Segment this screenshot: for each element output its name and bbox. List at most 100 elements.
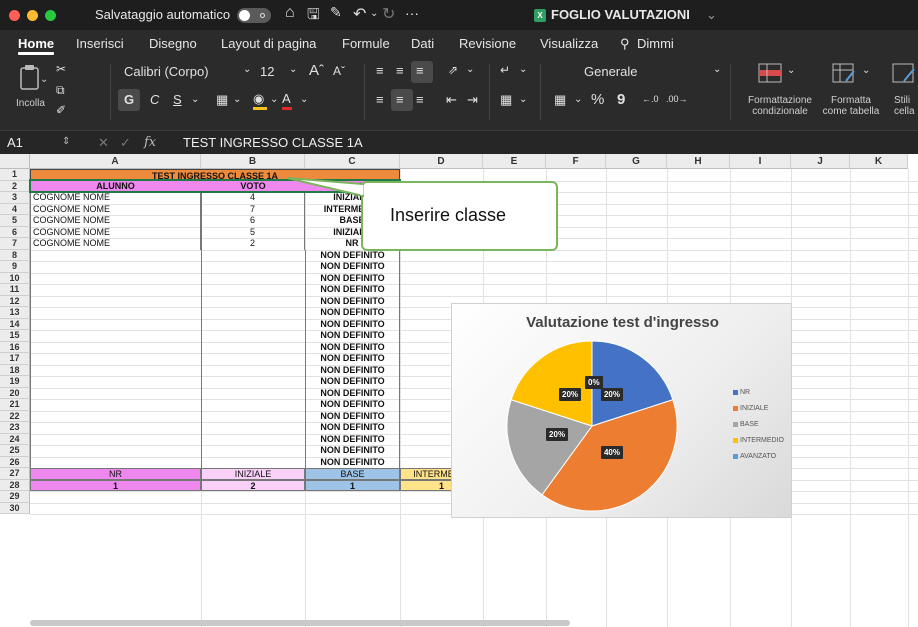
align-left-icon[interactable]: ≡ (376, 92, 384, 107)
conditional-formatting-button[interactable]: ⌄ Formattazione condizionale (743, 61, 817, 123)
student-name-cell[interactable]: COGNOME NOME (30, 192, 201, 204)
align-bottom-icon[interactable]: ≡ (416, 63, 424, 78)
comma-style-button[interactable]: 9 (617, 91, 625, 108)
copy-icon[interactable]: ⧉ (56, 83, 65, 98)
fill-color-chevron-icon[interactable]: ⌄ (270, 94, 278, 105)
column-header-c[interactable]: C (305, 154, 400, 169)
tab-insert[interactable]: Inserisci (76, 36, 124, 51)
font-color-chevron-icon[interactable]: ⌄ (300, 94, 308, 105)
tab-formulas[interactable]: Formule (342, 36, 390, 51)
select-all-corner[interactable] (0, 154, 30, 169)
name-box-stepper-icon[interactable]: ⇕ (62, 136, 70, 147)
header-student-cell[interactable]: ALUNNO (30, 180, 201, 192)
level-undefined-cell[interactable]: NON DEFINITO (305, 272, 400, 284)
decrease-decimal-icon[interactable]: .00→ (666, 94, 688, 104)
student-name-cell[interactable]: COGNOME NOME (30, 226, 201, 238)
increase-font-icon[interactable]: Aˆ (309, 62, 324, 79)
level-undefined-cell[interactable]: NON DEFINITO (305, 295, 400, 307)
italic-button[interactable]: C (150, 92, 159, 107)
tab-view[interactable]: Visualizza (540, 36, 598, 51)
row-header-11[interactable]: 11 (0, 284, 30, 296)
column-header-g[interactable]: G (606, 154, 667, 169)
column-header-k[interactable]: K (850, 154, 908, 169)
wrap-text-icon[interactable]: ↵ (500, 63, 510, 77)
row-header-3[interactable]: 3 (0, 192, 30, 204)
merge-cells-chevron-icon[interactable]: ⌄ (519, 94, 527, 105)
level-undefined-cell[interactable]: NON DEFINITO (305, 353, 400, 365)
row-header-19[interactable]: 19 (0, 376, 30, 388)
level-undefined-cell[interactable]: NON DEFINITO (305, 456, 400, 468)
level-undefined-cell[interactable]: NON DEFINITO (305, 364, 400, 376)
level-undefined-cell[interactable]: NON DEFINITO (305, 445, 400, 457)
column-header-b[interactable]: B (201, 154, 305, 169)
font-name-chevron-icon[interactable]: ⌄ (243, 64, 251, 75)
tab-data[interactable]: Dati (411, 36, 434, 51)
row-header-18[interactable]: 18 (0, 364, 30, 376)
level-undefined-cell[interactable]: NON DEFINITO (305, 261, 400, 273)
pie-chart[interactable]: Valutazione test d'ingresso 20% 40% 20% 20%… (451, 303, 792, 518)
confirm-entry-icon[interactable]: ✓ (120, 135, 131, 151)
bold-button[interactable]: G (124, 92, 134, 107)
orientation-icon[interactable]: ⇗ (448, 63, 458, 77)
minimize-window-button[interactable] (27, 10, 38, 21)
student-name-cell[interactable]: COGNOME NOME (30, 215, 201, 227)
level-undefined-cell[interactable]: NON DEFINITO (305, 249, 400, 261)
row-header-28[interactable]: 28 (0, 479, 30, 491)
title-chevron-icon[interactable]: ⌄ (706, 7, 717, 23)
summary-value-cell[interactable]: 1 (30, 479, 201, 491)
autosave-toggle[interactable] (237, 8, 271, 23)
row-header-2[interactable]: 2 (0, 180, 30, 192)
level-undefined-cell[interactable]: NON DEFINITO (305, 399, 400, 411)
formula-input[interactable]: TEST INGRESSO CLASSE 1A (183, 135, 363, 150)
row-header-6[interactable]: 6 (0, 226, 30, 238)
row-header-21[interactable]: 21 (0, 399, 30, 411)
tab-tell-me[interactable]: Dimmi (637, 36, 674, 51)
student-name-cell[interactable]: COGNOME NOME (30, 238, 201, 250)
paste-button[interactable] (18, 64, 42, 90)
borders-chevron-icon[interactable]: ⌄ (233, 94, 241, 105)
underline-button[interactable]: S (173, 92, 182, 107)
horizontal-scrollbar[interactable] (30, 620, 570, 626)
zoom-window-button[interactable] (45, 10, 56, 21)
column-header-a[interactable]: A (30, 154, 201, 169)
number-format-select[interactable]: Generale (584, 64, 637, 79)
row-header-27[interactable]: 27 (0, 468, 30, 480)
summary-header-cell[interactable]: NR (30, 468, 201, 480)
row-header-26[interactable]: 26 (0, 456, 30, 468)
undo-dropdown-icon[interactable]: ⌄ (370, 8, 378, 19)
column-header-e[interactable]: E (483, 154, 546, 169)
font-size-chevron-icon[interactable]: ⌄ (289, 64, 297, 75)
cancel-entry-icon[interactable]: ✕ (98, 135, 109, 151)
row-header-16[interactable]: 16 (0, 341, 30, 353)
level-undefined-cell[interactable]: NON DEFINITO (305, 307, 400, 319)
underline-chevron-icon[interactable]: ⌄ (191, 94, 199, 105)
row-header-4[interactable]: 4 (0, 203, 30, 215)
row-header-14[interactable]: 14 (0, 318, 30, 330)
row-header-22[interactable]: 22 (0, 410, 30, 422)
student-grade-cell[interactable]: 6 (201, 215, 305, 227)
redo-icon[interactable]: ↻ (382, 4, 395, 24)
row-header-20[interactable]: 20 (0, 387, 30, 399)
align-center-icon[interactable]: ≡ (396, 92, 404, 107)
student-grade-cell[interactable]: 5 (201, 226, 305, 238)
student-grade-cell[interactable]: 2 (201, 238, 305, 250)
wrap-text-chevron-icon[interactable]: ⌄ (519, 64, 527, 75)
student-name-cell[interactable]: COGNOME NOME (30, 203, 201, 215)
student-grade-cell[interactable]: 7 (201, 203, 305, 215)
row-header-17[interactable]: 17 (0, 353, 30, 365)
row-header-23[interactable]: 23 (0, 422, 30, 434)
level-undefined-cell[interactable]: NON DEFINITO (305, 341, 400, 353)
row-header-10[interactable]: 10 (0, 272, 30, 284)
font-name-select[interactable]: Calibri (Corpo) (124, 64, 209, 79)
fill-color-icon[interactable]: ◉ (253, 91, 267, 110)
paste-dropdown-icon[interactable]: ⌄ (40, 74, 48, 85)
row-header-15[interactable]: 15 (0, 330, 30, 342)
row-header-9[interactable]: 9 (0, 261, 30, 273)
level-undefined-cell[interactable]: NON DEFINITO (305, 422, 400, 434)
row-header-7[interactable]: 7 (0, 238, 30, 250)
row-header-5[interactable]: 5 (0, 215, 30, 227)
edit-icon[interactable]: ✎ (330, 4, 342, 21)
row-header-24[interactable]: 24 (0, 433, 30, 445)
level-undefined-cell[interactable]: NON DEFINITO (305, 410, 400, 422)
align-middle-icon[interactable]: ≡ (396, 63, 404, 78)
